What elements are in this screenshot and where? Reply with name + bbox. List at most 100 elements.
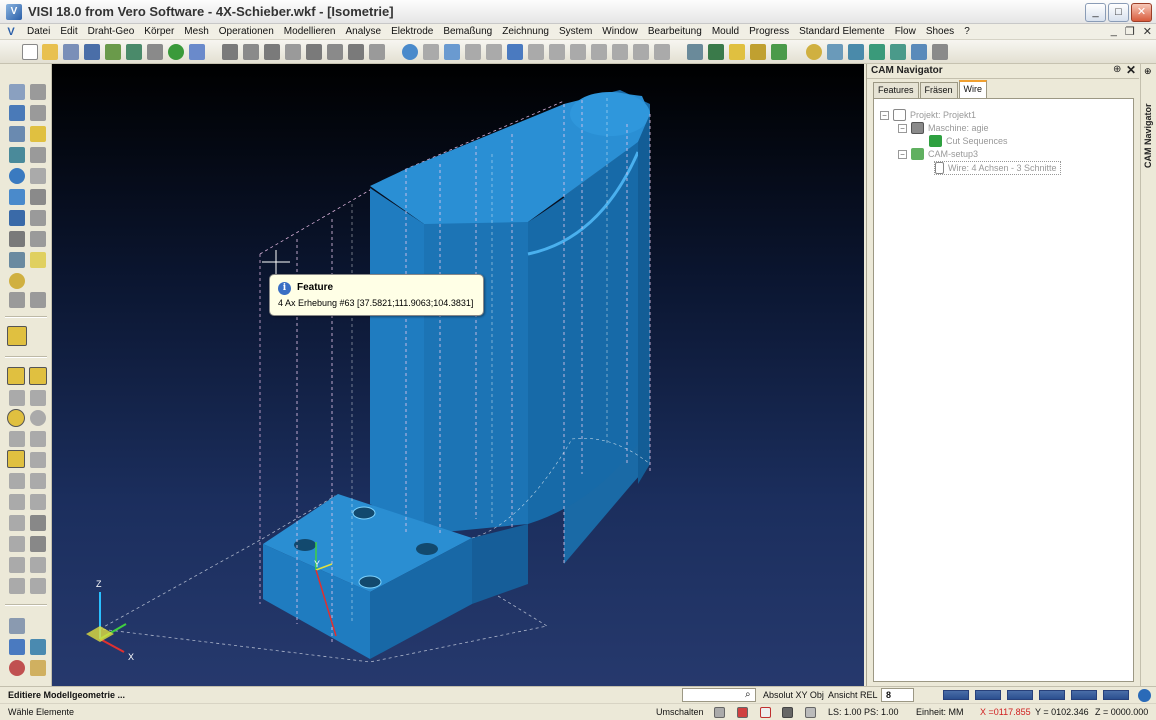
menu-datei[interactable]: Datei bbox=[22, 24, 55, 40]
collapse-toggle[interactable]: − bbox=[898, 123, 907, 133]
menu-standard-elemente[interactable]: Standard Elemente bbox=[794, 24, 890, 40]
shape-1-icon[interactable] bbox=[9, 557, 25, 573]
note-icon[interactable] bbox=[30, 252, 46, 268]
cylinder-7-icon[interactable] bbox=[549, 44, 565, 60]
tool-3-icon[interactable] bbox=[264, 44, 280, 60]
menu-window[interactable]: Window bbox=[597, 24, 643, 40]
view-5-icon[interactable] bbox=[890, 44, 906, 60]
wire-1-icon[interactable] bbox=[7, 367, 25, 385]
cam-3-icon[interactable] bbox=[729, 44, 745, 60]
cam-navigator-side-tab[interactable]: ⊕ CAM Navigator bbox=[1140, 64, 1156, 686]
e-icon[interactable] bbox=[7, 326, 27, 346]
cycle-icon[interactable] bbox=[9, 168, 25, 184]
render-icon[interactable] bbox=[9, 189, 25, 205]
fit-icon[interactable] bbox=[9, 105, 25, 121]
cylinder-9-icon[interactable] bbox=[591, 44, 607, 60]
cam-1-icon[interactable] bbox=[687, 44, 703, 60]
new-file-icon[interactable] bbox=[22, 44, 38, 60]
save-icon[interactable] bbox=[84, 44, 100, 60]
snap-icon[interactable] bbox=[737, 707, 748, 718]
menu-zeichnung[interactable]: Zeichnung bbox=[497, 24, 554, 40]
dim-1-icon[interactable] bbox=[9, 494, 25, 510]
layer-button-4[interactable] bbox=[1039, 690, 1065, 700]
menu-draht-geo[interactable]: Draht-Geo bbox=[83, 24, 140, 40]
view-4-icon[interactable] bbox=[869, 44, 885, 60]
polar-icon[interactable] bbox=[782, 707, 793, 718]
arrow-left-icon[interactable] bbox=[9, 292, 25, 308]
menu-mould[interactable]: Mould bbox=[707, 24, 744, 40]
hatch-icon[interactable] bbox=[9, 473, 25, 489]
menu-bemassung[interactable]: Bemaßung bbox=[438, 24, 497, 40]
collapse-toggle[interactable]: − bbox=[880, 110, 889, 120]
view-2-icon[interactable] bbox=[827, 44, 843, 60]
menu-modellieren[interactable]: Modellieren bbox=[279, 24, 341, 40]
view-7-icon[interactable] bbox=[932, 44, 948, 60]
layer-button-1[interactable] bbox=[943, 690, 969, 700]
globe-icon[interactable] bbox=[168, 44, 184, 60]
tool-5-icon[interactable] bbox=[306, 44, 322, 60]
pan-icon[interactable] bbox=[30, 84, 46, 100]
surface-icon[interactable] bbox=[9, 536, 25, 552]
point-icon[interactable] bbox=[9, 431, 25, 447]
absolute-mode-label[interactable]: Absolut XY Obj bbox=[763, 690, 824, 700]
pin-icon[interactable]: ⊕ bbox=[1113, 64, 1121, 75]
import-icon[interactable] bbox=[63, 44, 79, 60]
measure-icon[interactable] bbox=[9, 147, 25, 163]
tree-node-project[interactable]: − Projekt: Projekt1 bbox=[880, 109, 976, 121]
export-icon[interactable] bbox=[126, 44, 142, 60]
cylinder-8-icon[interactable] bbox=[570, 44, 586, 60]
globe-icon[interactable] bbox=[1138, 689, 1151, 702]
tool-6-icon[interactable] bbox=[327, 44, 343, 60]
switch-button[interactable]: Umschalten bbox=[656, 707, 704, 717]
zoom-icon[interactable] bbox=[9, 84, 25, 100]
tab-wire[interactable]: Wire bbox=[958, 80, 988, 98]
menu-bearbeitung[interactable]: Bearbeitung bbox=[643, 24, 707, 40]
link-icon[interactable] bbox=[9, 618, 25, 634]
close-button[interactable]: ✕ bbox=[1131, 3, 1152, 22]
line-icon[interactable] bbox=[9, 390, 25, 406]
shape-4-icon[interactable] bbox=[30, 578, 46, 594]
pattern-icon[interactable] bbox=[30, 515, 46, 531]
line-2-icon[interactable] bbox=[30, 390, 46, 406]
plane-icon[interactable] bbox=[30, 168, 46, 184]
tab-fraesen[interactable]: Fräsen bbox=[919, 82, 958, 98]
dim-3-icon[interactable] bbox=[9, 515, 25, 531]
menu-shoes[interactable]: Shoes bbox=[921, 24, 959, 40]
tool-7-icon[interactable] bbox=[348, 44, 364, 60]
arc-icon[interactable] bbox=[30, 410, 46, 426]
frame-icon[interactable] bbox=[30, 210, 46, 226]
cylinder-1-icon[interactable] bbox=[423, 44, 439, 60]
solid-icon[interactable] bbox=[30, 189, 46, 205]
cam-2-icon[interactable] bbox=[708, 44, 724, 60]
tree-node-machine[interactable]: − Maschine: agie bbox=[898, 122, 989, 134]
menu-edit[interactable]: Edit bbox=[55, 24, 82, 40]
help-icon[interactable] bbox=[9, 273, 25, 289]
paint-icon[interactable] bbox=[30, 660, 46, 676]
cylinder-12-icon[interactable] bbox=[654, 44, 670, 60]
menu-operationen[interactable]: Operationen bbox=[214, 24, 279, 40]
panel-close-button[interactable]: ✕ bbox=[1126, 63, 1136, 77]
menu-system[interactable]: System bbox=[554, 24, 597, 40]
arrow-right-icon[interactable] bbox=[30, 292, 46, 308]
3d-viewport[interactable]: Z Y X i Feature 4 Ax Erhebung #63 [37.58… bbox=[52, 64, 864, 686]
print-icon[interactable] bbox=[147, 44, 163, 60]
layer-icon[interactable] bbox=[30, 126, 46, 142]
maximize-button[interactable]: □ bbox=[1108, 3, 1129, 22]
view-1-icon[interactable] bbox=[806, 44, 822, 60]
shape-3-icon[interactable] bbox=[9, 578, 25, 594]
rectangle-icon[interactable] bbox=[7, 450, 25, 468]
cylinder-3-icon[interactable] bbox=[465, 44, 481, 60]
view-6-icon[interactable] bbox=[911, 44, 927, 60]
layer-button-5[interactable] bbox=[1071, 690, 1097, 700]
network-icon[interactable] bbox=[9, 639, 25, 655]
menu-help[interactable]: ? bbox=[959, 24, 975, 40]
cam-4-icon[interactable] bbox=[750, 44, 766, 60]
box-icon[interactable] bbox=[30, 536, 46, 552]
cam-5-icon[interactable] bbox=[771, 44, 787, 60]
nodes-icon[interactable] bbox=[30, 639, 46, 655]
cylinder-11-icon[interactable] bbox=[633, 44, 649, 60]
menu-koerper[interactable]: Körper bbox=[139, 24, 179, 40]
layer-button-6[interactable] bbox=[1103, 690, 1129, 700]
cylinder-10-icon[interactable] bbox=[612, 44, 628, 60]
menu-analyse[interactable]: Analyse bbox=[341, 24, 387, 40]
